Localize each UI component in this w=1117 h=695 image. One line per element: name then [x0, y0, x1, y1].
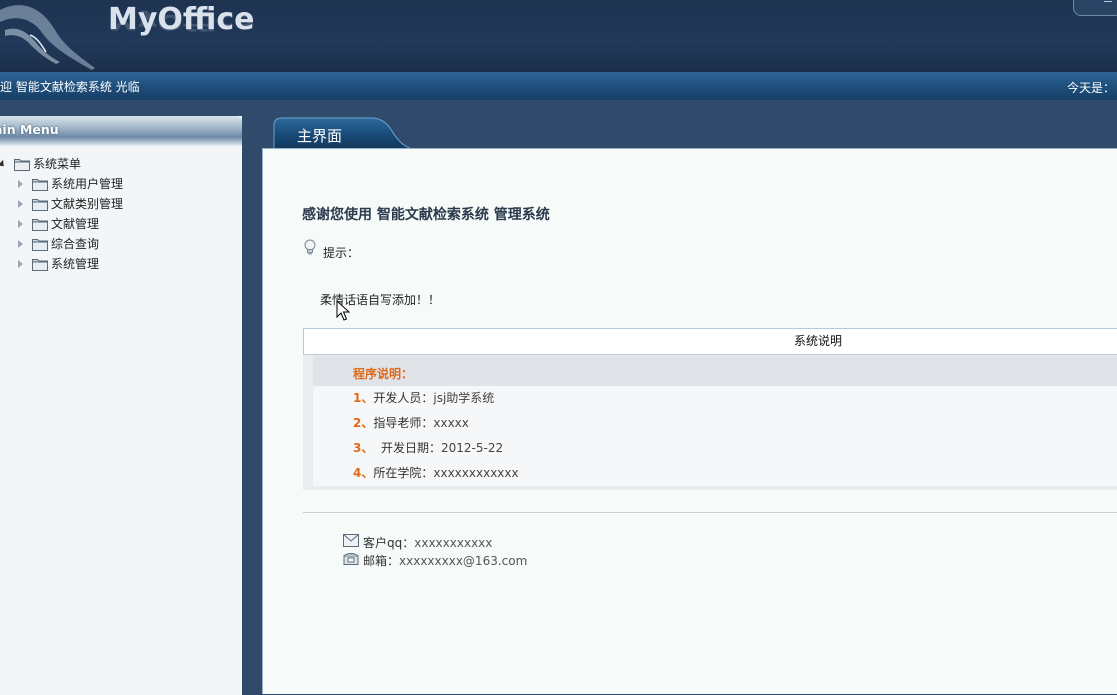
folder-icon	[32, 239, 48, 251]
app-header: MyOffice MyOffice	[0, 0, 1117, 72]
sidebar-item-document-management[interactable]: 文献管理	[0, 214, 242, 234]
menu-tree: 系统菜单 系统用户管理 文献类别管理 文献管理 综合查询 系统管理	[0, 146, 242, 274]
sidebar-item-category-management[interactable]: 文献类别管理	[0, 194, 242, 214]
main-panel: 感谢您使用 智能文献检索系统 管理系统 提示： 柔情话语自写添加！！ 系统说明 …	[262, 148, 1117, 694]
envelope-icon	[343, 534, 359, 547]
info-header: 系统说明	[303, 328, 1117, 355]
folder-icon	[32, 219, 48, 231]
tab-shape	[273, 117, 413, 149]
folder-icon	[32, 199, 48, 211]
info-title: 程序说明：	[353, 367, 414, 381]
expand-arrow-icon[interactable]	[18, 220, 23, 228]
expand-arrow-icon[interactable]	[18, 180, 23, 188]
welcome-bar: 迎 智能文献检索系统 光临 今天是：	[0, 72, 1117, 100]
sidebar-item-query[interactable]: 综合查询	[0, 234, 242, 254]
date-label: 今天是：	[1066, 81, 1115, 95]
sidebar-item-system-management[interactable]: 系统管理	[0, 254, 242, 274]
lightbulb-icon	[304, 239, 316, 255]
tip-label: 提示：	[323, 246, 360, 260]
mouse-cursor-icon	[336, 300, 350, 321]
tab-main[interactable]: 主界面	[272, 117, 414, 149]
expand-arrow-icon[interactable]	[18, 240, 23, 248]
collapse-arrow-icon[interactable]	[0, 159, 7, 170]
window-corner-button[interactable]	[1073, 0, 1117, 16]
page-title: 感谢您使用 智能文献检索系统 管理系统	[302, 207, 550, 223]
info-row-college: 4、所在学院：xxxxxxxxxxxx	[353, 466, 519, 480]
folder-icon	[32, 179, 48, 191]
info-row-date: 3、 开发日期：2012-5-22	[353, 441, 504, 455]
info-body: 程序说明： 1、开发人员：jsj助学系统 2、指导老师：xxxxx 3、 开发日…	[313, 356, 1117, 486]
tab-label: 主界面	[297, 127, 343, 145]
info-rows: 1、开发人员：jsj助学系统 2、指导老师：xxxxx 3、 开发日期：2012…	[313, 386, 1117, 486]
brand-reflection: MyOffice	[108, 9, 255, 35]
folder-icon	[14, 159, 30, 171]
expand-arrow-icon[interactable]	[18, 200, 23, 208]
phone-icon	[343, 553, 359, 565]
expand-arrow-icon[interactable]	[18, 260, 23, 268]
sidebar: ain Menu 系统菜单 系统用户管理 文献类别管理 文献管理 综合查询 系统…	[0, 116, 242, 695]
logo-art-icon	[0, 5, 95, 71]
sidebar-item-user-management[interactable]: 系统用户管理	[0, 174, 242, 194]
info-title-row: 程序说明：	[313, 356, 1117, 386]
welcome-text: 迎 智能文献检索系统 光临	[0, 80, 140, 94]
divider	[303, 512, 1117, 513]
info-row-advisor: 2、指导老师：xxxxx	[353, 416, 469, 430]
info-row-developer: 1、开发人员：jsj助学系统	[353, 391, 495, 405]
sidebar-title: ain Menu	[0, 116, 242, 146]
system-info-box: 系统说明 程序说明： 1、开发人员：jsj助学系统 2、指导老师：xxxxx 3…	[303, 328, 1117, 490]
folder-icon	[32, 259, 48, 271]
tree-root-system-menu[interactable]: 系统菜单	[0, 154, 242, 174]
